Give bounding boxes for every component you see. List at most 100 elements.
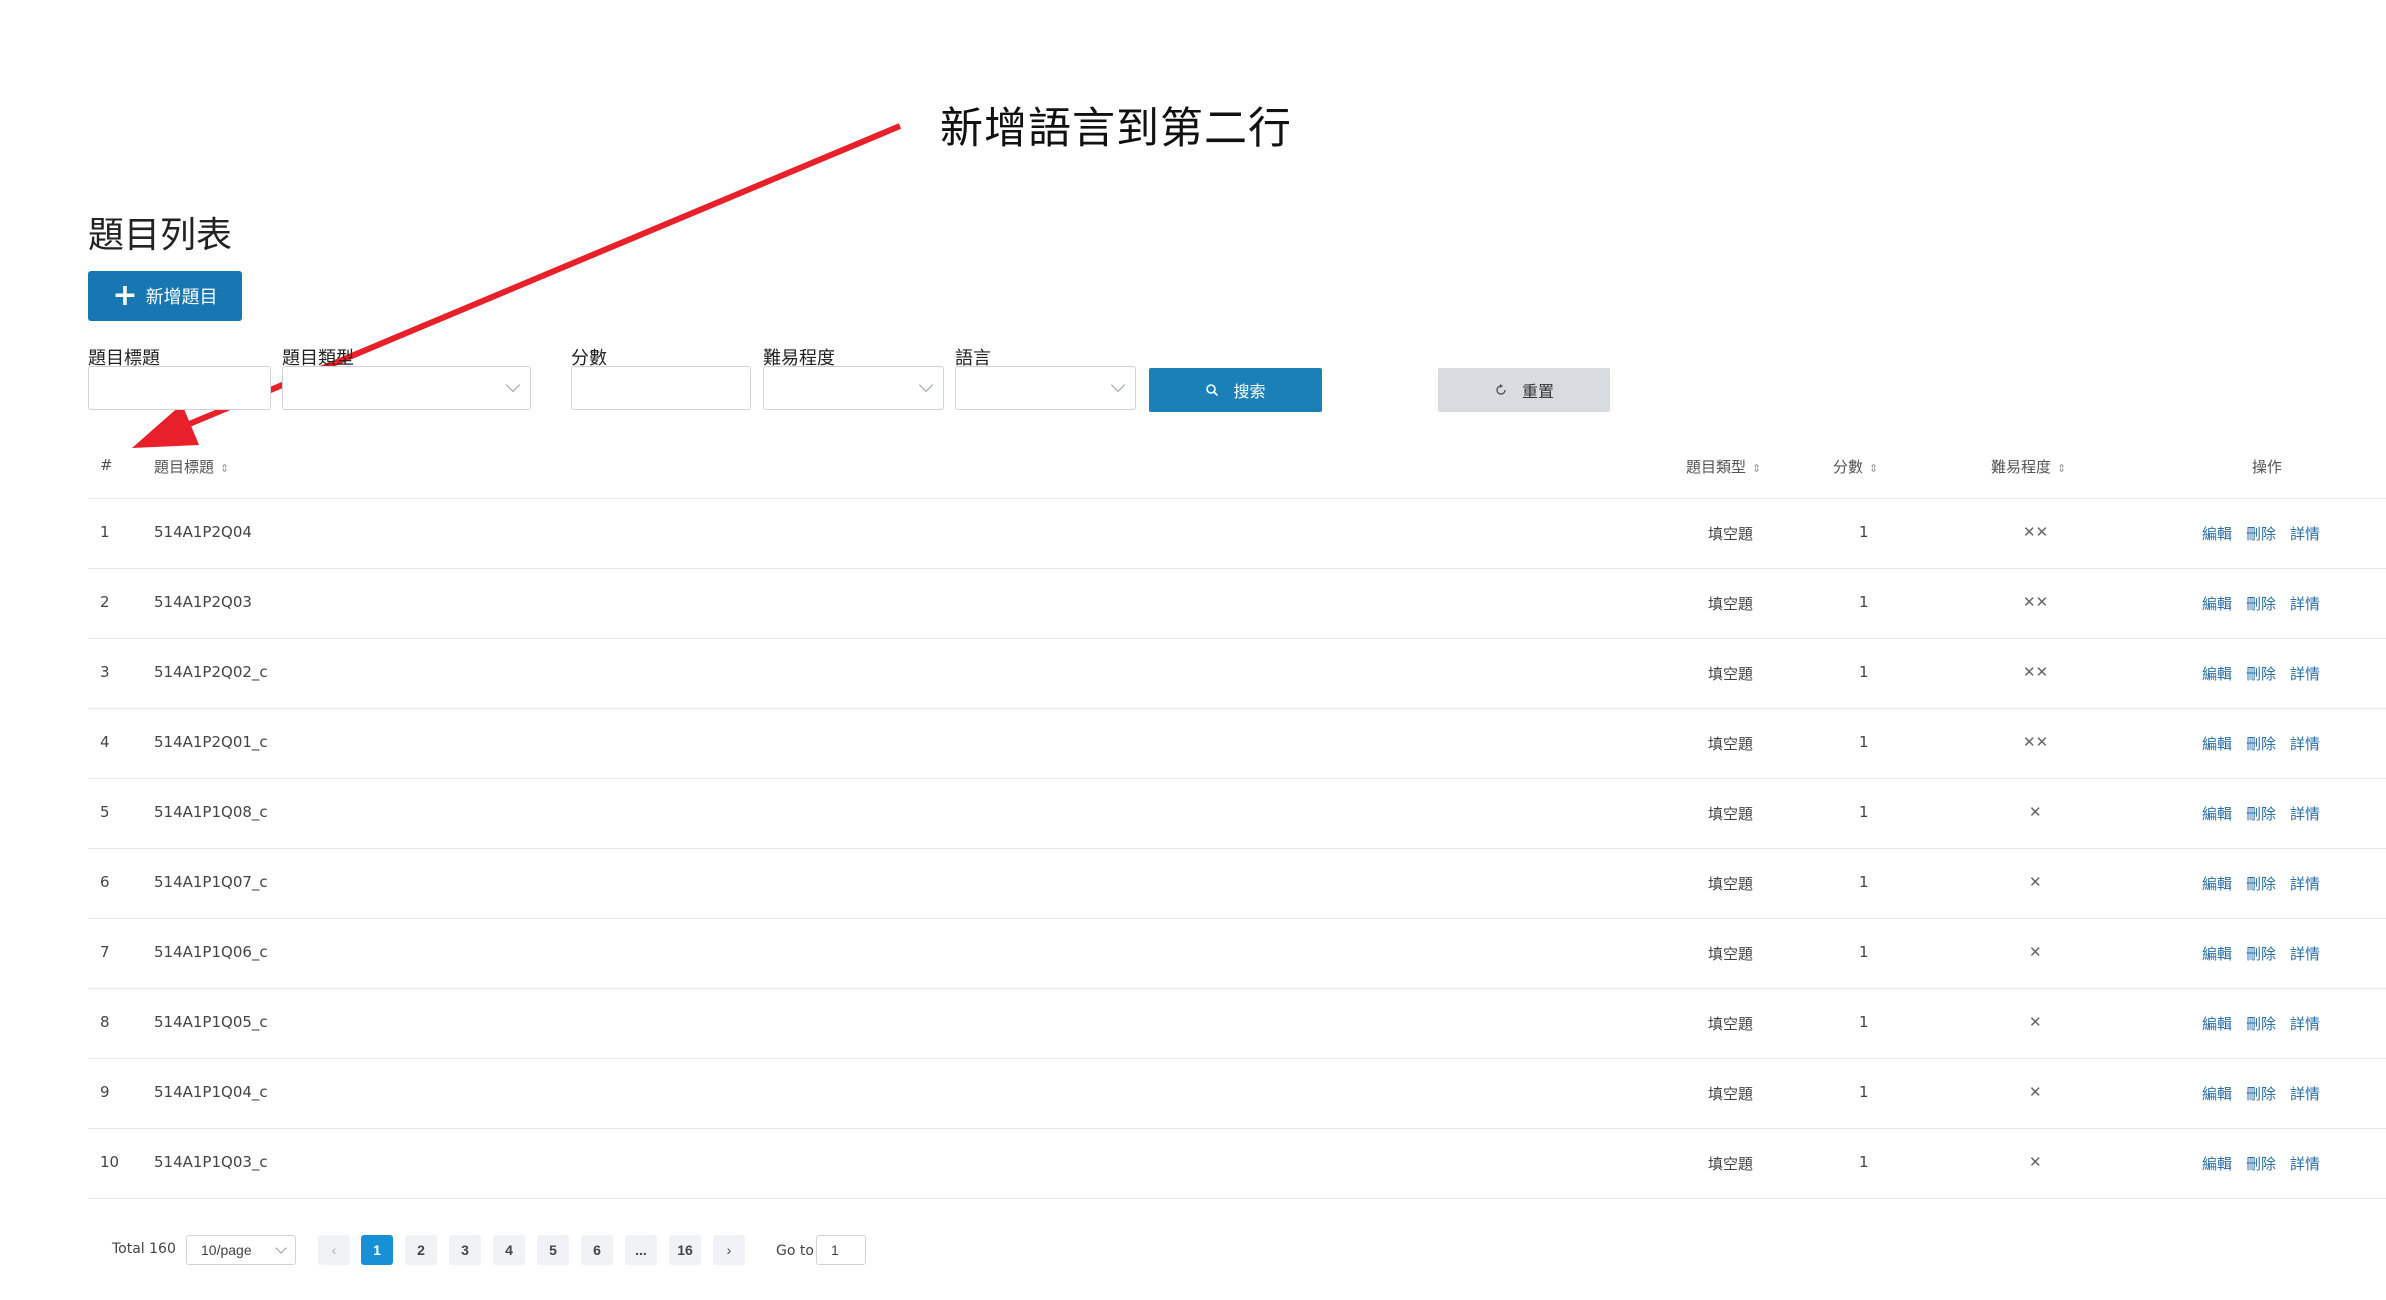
edit-link[interactable]: 編輯 (2202, 945, 2232, 963)
detail-link[interactable]: 詳情 (2290, 665, 2320, 683)
search-button[interactable]: 搜索 (1149, 368, 1322, 412)
page-button-2[interactable]: 2 (405, 1235, 437, 1265)
page-button-1[interactable]: 1 (361, 1235, 393, 1265)
edit-link[interactable]: 編輯 (2202, 1085, 2232, 1103)
col-difficulty-header[interactable]: 難易程度 ⇕ (1991, 456, 2066, 477)
sort-icon: ⇕ (220, 462, 230, 475)
row-index: 7 (100, 943, 110, 961)
col-title-header[interactable]: 題目標題 ⇕ (154, 456, 229, 477)
edit-link[interactable]: 編輯 (2202, 1155, 2232, 1173)
table-row: 3 514A1P2Q02_c 填空題 1 ✕✕ 編輯 刪除 詳情 (88, 639, 2386, 709)
page-button-4[interactable]: 4 (493, 1235, 525, 1265)
row-title: 514A1P2Q04 (154, 523, 252, 541)
page-title: 題目列表 (88, 215, 233, 256)
row-title: 514A1P2Q02_c (154, 663, 268, 681)
edit-link[interactable]: 編輯 (2202, 1015, 2232, 1033)
annotation-text: 新增語言到第二行 (940, 104, 1292, 154)
col-score-label: 分數 (1833, 458, 1864, 476)
row-score: 1 (1859, 523, 1869, 541)
row-type: 填空題 (1708, 875, 1754, 893)
row-score: 1 (1859, 663, 1869, 681)
table-row: 10 514A1P1Q03_c 填空題 1 ✕ 編輯 刪除 詳情 (88, 1129, 2386, 1199)
row-index: 5 (100, 803, 110, 821)
table-row: 7 514A1P1Q06_c 填空題 1 ✕ 編輯 刪除 詳情 (88, 919, 2386, 989)
row-type: 填空題 (1708, 1085, 1754, 1103)
reset-button[interactable]: 重置 (1438, 368, 1610, 412)
plus-icon: + (112, 278, 138, 313)
row-type: 填空題 (1708, 1015, 1754, 1033)
row-type: 填空題 (1708, 805, 1754, 823)
row-title: 514A1P1Q03_c (154, 1153, 268, 1171)
row-type: 填空題 (1708, 735, 1754, 753)
chevron-down-icon (275, 1242, 287, 1254)
detail-link[interactable]: 詳情 (2290, 595, 2320, 613)
edit-link[interactable]: 編輯 (2202, 595, 2232, 613)
col-score-header[interactable]: 分數 ⇕ (1833, 456, 1878, 477)
col-difficulty-label: 難易程度 (1991, 458, 2052, 476)
detail-link[interactable]: 詳情 (2290, 735, 2320, 753)
row-type: 填空題 (1708, 595, 1754, 613)
row-index: 10 (100, 1153, 120, 1171)
col-type-header[interactable]: 題目類型 ⇕ (1686, 456, 1761, 477)
page-button-5[interactable]: 5 (537, 1235, 569, 1265)
edit-link[interactable]: 編輯 (2202, 875, 2232, 893)
table-row: 5 514A1P1Q08_c 填空題 1 ✕ 編輯 刪除 詳情 (88, 779, 2386, 849)
row-index: 6 (100, 873, 110, 891)
edit-link[interactable]: 編輯 (2202, 665, 2232, 683)
delete-link[interactable]: 刪除 (2246, 735, 2276, 753)
row-difficulty: ✕ (2029, 803, 2042, 821)
delete-link[interactable]: 刪除 (2246, 805, 2276, 823)
page-button-3[interactable]: 3 (449, 1235, 481, 1265)
edit-link[interactable]: 編輯 (2202, 805, 2232, 823)
delete-link[interactable]: 刪除 (2246, 875, 2276, 893)
arrow-head (132, 404, 199, 448)
goto-label: Go to (776, 1243, 814, 1259)
add-question-button[interactable]: + 新增題目 (88, 271, 242, 321)
page-ellipsis[interactable]: ... (625, 1235, 657, 1265)
delete-link[interactable]: 刪除 (2246, 1085, 2276, 1103)
type-select[interactable] (282, 366, 531, 410)
goto-input[interactable]: 1 (816, 1235, 866, 1265)
row-title: 514A1P1Q08_c (154, 803, 268, 821)
delete-link[interactable]: 刪除 (2246, 945, 2276, 963)
detail-link[interactable]: 詳情 (2290, 805, 2320, 823)
page-button-6[interactable]: 6 (581, 1235, 613, 1265)
chevron-down-icon (1110, 377, 1126, 393)
table-row: 9 514A1P1Q04_c 填空題 1 ✕ 編輯 刪除 詳情 (88, 1059, 2386, 1129)
title-input[interactable] (88, 366, 271, 410)
edit-link[interactable]: 編輯 (2202, 525, 2232, 543)
detail-link[interactable]: 詳情 (2290, 1155, 2320, 1173)
row-score: 1 (1859, 873, 1869, 891)
table-row: 6 514A1P1Q07_c 填空題 1 ✕ 編輯 刪除 詳情 (88, 849, 2386, 919)
refresh-icon (1496, 384, 1506, 395)
prev-page-button[interactable]: ‹ (318, 1235, 350, 1265)
page-button-16[interactable]: 16 (669, 1235, 701, 1265)
detail-link[interactable]: 詳情 (2290, 525, 2320, 543)
next-page-button[interactable]: › (713, 1235, 745, 1265)
delete-link[interactable]: 刪除 (2246, 595, 2276, 613)
delete-link[interactable]: 刪除 (2246, 665, 2276, 683)
table-row: 8 514A1P1Q05_c 填空題 1 ✕ 編輯 刪除 詳情 (88, 989, 2386, 1059)
row-type: 填空題 (1708, 945, 1754, 963)
delete-link[interactable]: 刪除 (2246, 1015, 2276, 1033)
language-select[interactable] (955, 366, 1136, 410)
edit-link[interactable]: 編輯 (2202, 735, 2232, 753)
row-type: 填空題 (1708, 525, 1754, 543)
detail-link[interactable]: 詳情 (2290, 875, 2320, 893)
row-title: 514A1P2Q03 (154, 593, 252, 611)
difficulty-select[interactable] (763, 366, 944, 410)
page-size-select[interactable]: 10/page (186, 1235, 296, 1265)
row-difficulty: ✕ (2029, 1083, 2042, 1101)
detail-link[interactable]: 詳情 (2290, 945, 2320, 963)
row-type: 填空題 (1708, 1155, 1754, 1173)
col-index-header: # (100, 456, 113, 474)
delete-link[interactable]: 刪除 (2246, 1155, 2276, 1173)
row-title: 514A1P1Q05_c (154, 1013, 268, 1031)
delete-link[interactable]: 刪除 (2246, 525, 2276, 543)
col-title-label: 題目標題 (154, 458, 215, 476)
detail-link[interactable]: 詳情 (2290, 1015, 2320, 1033)
chevron-down-icon (918, 377, 934, 393)
score-input[interactable] (571, 366, 751, 410)
detail-link[interactable]: 詳情 (2290, 1085, 2320, 1103)
row-index: 9 (100, 1083, 110, 1101)
